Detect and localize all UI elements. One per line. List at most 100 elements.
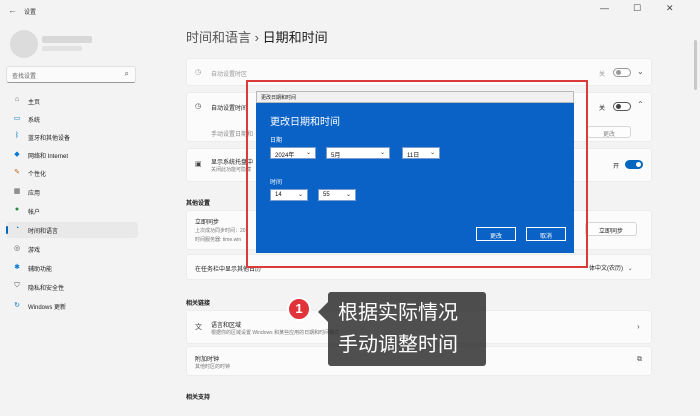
sync-last-time: 上次成功同步时间：20 <box>195 228 246 234</box>
sidebar-item-home[interactable]: ⌂ 主页 <box>6 93 138 109</box>
sidebar-item-gaming[interactable]: ◎ 游戏 <box>6 241 138 257</box>
breadcrumb-separator: › <box>254 30 259 45</box>
language-region-sub: 根据你的区域设置 Windows 和某些应用的日期和时间格式 <box>211 330 340 336</box>
user-name <box>42 36 92 43</box>
brush-icon: ✎ <box>14 169 20 176</box>
language-region-label: 语言和区域 <box>211 323 242 329</box>
minimize-button[interactable]: — <box>600 3 609 13</box>
sidebar-item-label: 个性化 <box>28 172 47 178</box>
home-icon: ⌂ <box>14 96 20 103</box>
taskbar-calendar-value: 体中文(农历) <box>589 266 623 272</box>
scrollbar[interactable] <box>694 40 697 90</box>
year-value: 2024年 <box>275 153 295 159</box>
auto-timezone-label: 自动设置时区 <box>211 72 248 78</box>
annotation-callout: 根据实际情况 手动调整时间 <box>328 292 486 366</box>
sidebar-item-network[interactable]: ◆ 网络和 Internet <box>6 147 138 163</box>
dialog-window-title: 更改日期和时间 <box>261 95 297 101</box>
sidebar-item-accounts[interactable]: ● 帐户 <box>6 203 138 219</box>
sidebar-item-accessibility[interactable]: ✱ 辅助功能 <box>6 260 138 276</box>
chevron-right-icon: › <box>637 322 640 331</box>
search-icon[interactable]: ⌕ <box>125 69 129 79</box>
additional-clocks-sub: 其他时区的时钟 <box>195 364 231 370</box>
chevron-down-icon: ⌄ <box>305 150 311 156</box>
sidebar-item-label: 蓝牙和其他设备 <box>28 136 71 142</box>
chevron-down-icon[interactable]: ⌄ <box>637 67 644 76</box>
search-input[interactable]: 查找设置 <box>12 71 36 80</box>
month-value: 5月 <box>331 153 341 159</box>
clock-globe-icon: ◔ <box>14 225 20 232</box>
accessibility-icon: ✱ <box>14 264 20 271</box>
day-select[interactable]: 11日 ⌄ <box>402 147 440 159</box>
related-links-heading: 相关链接 <box>186 301 211 307</box>
sync-now-button[interactable]: 立即同步 <box>585 222 637 236</box>
sidebar-item-label: 应用 <box>28 191 41 197</box>
update-icon: ↻ <box>14 302 20 309</box>
hour-value: 14 <box>275 192 282 198</box>
apps-icon: ▦ <box>13 188 21 195</box>
dialog-heading: 更改日期和时间 <box>270 117 340 128</box>
sidebar-item-label: 辅助功能 <box>28 267 53 273</box>
auto-timezone-state: 关 <box>599 72 606 78</box>
language-icon: 文 <box>195 324 202 331</box>
chevron-up-icon[interactable]: ⌃ <box>637 100 644 109</box>
calendar-icon: ▣ <box>195 161 202 168</box>
annotation-line-1: 根据实际情况 <box>338 300 458 324</box>
system-icon: ▭ <box>13 115 21 122</box>
sidebar-item-windows-update[interactable]: ↻ Windows 更新 <box>6 298 138 314</box>
related-support-heading: 相关支持 <box>186 395 211 401</box>
show-tray-sub: 关闭此功能可隐藏 <box>211 167 252 173</box>
sidebar-item-time-language[interactable]: ◔ 时间和语言 <box>6 222 138 238</box>
gamepad-icon: ◎ <box>13 245 21 252</box>
dialog-confirm-button[interactable]: 更改 <box>476 227 516 241</box>
step-number-badge: 1 <box>287 297 311 321</box>
maximize-button[interactable]: ☐ <box>633 3 641 14</box>
show-tray-state: 开 <box>613 164 620 170</box>
sidebar-item-label: 系统 <box>28 118 41 124</box>
chevron-down-icon: ⌄ <box>345 192 351 198</box>
callout-pointer <box>318 302 328 322</box>
chevron-down-icon: ⌄ <box>429 150 435 156</box>
minute-select[interactable]: 55 ⌄ <box>318 189 356 201</box>
manual-change-button[interactable]: 更改 <box>587 126 631 138</box>
change-datetime-dialog: 更改日期和时间 日期 2024年 ⌄ 5月 ⌄ 11日 ⌄ 时间 14 ⌄ 55… <box>256 103 574 253</box>
sidebar-item-bluetooth[interactable]: ᛒ 蓝牙和其他设备 <box>6 129 138 145</box>
auto-time-toggle[interactable] <box>613 102 631 111</box>
chevron-down-icon: ⌄ <box>627 266 633 272</box>
title-bar: ← 设置 — ☐ ✕ <box>0 0 700 22</box>
sidebar-item-label: 网络和 Internet <box>28 154 69 160</box>
close-button[interactable]: ✕ <box>666 3 674 14</box>
sidebar-item-system[interactable]: ▭ 系统 <box>6 111 138 127</box>
search-box[interactable]: 查找设置 ⌕ <box>6 66 136 83</box>
auto-time-label: 自动设置时间 <box>211 106 248 112</box>
sidebar-item-label: 隐私和安全性 <box>28 286 65 292</box>
bluetooth-icon: ᛒ <box>14 132 20 139</box>
sidebar-item-label: 时间和语言 <box>28 229 59 235</box>
page-title: 日期和时间 <box>262 30 328 45</box>
hour-select[interactable]: 14 ⌄ <box>270 189 308 201</box>
additional-clocks-label: 附加时钟 <box>195 357 220 363</box>
auto-timezone-toggle[interactable] <box>613 68 631 77</box>
sidebar-item-label: 帐户 <box>28 210 41 216</box>
sidebar-item-apps[interactable]: ▦ 应用 <box>6 184 138 200</box>
month-select[interactable]: 5月 ⌄ <box>326 147 390 159</box>
show-tray-toggle[interactable] <box>625 160 643 169</box>
other-settings-heading: 其他设置 <box>186 201 211 207</box>
globe-clock-icon: ◷ <box>195 69 202 76</box>
avatar[interactable] <box>10 30 38 58</box>
back-arrow-icon[interactable]: ← <box>8 5 17 15</box>
annotation-text: 根据实际情况 手动调整时间 <box>338 296 458 360</box>
year-select[interactable]: 2024年 ⌄ <box>270 147 316 159</box>
breadcrumb: 时间和语言 › 日期和时间 <box>186 27 328 46</box>
minute-value: 55 <box>323 192 330 198</box>
chevron-down-icon: ⌄ <box>297 192 303 198</box>
taskbar-calendar-select[interactable]: 体中文(农历) ⌄ <box>589 263 647 272</box>
breadcrumb-parent[interactable]: 时间和语言 <box>186 30 251 45</box>
day-value: 11日 <box>407 153 420 159</box>
auto-time-state: 关 <box>599 106 606 112</box>
account-icon: ● <box>14 206 20 213</box>
dialog-cancel-button[interactable]: 取消 <box>526 227 566 241</box>
sidebar-item-label: 游戏 <box>28 248 41 254</box>
date-label: 日期 <box>270 138 283 144</box>
sidebar-item-privacy[interactable]: ⛉ 隐私和安全性 <box>6 279 138 295</box>
sidebar-item-personalization[interactable]: ✎ 个性化 <box>6 165 138 181</box>
